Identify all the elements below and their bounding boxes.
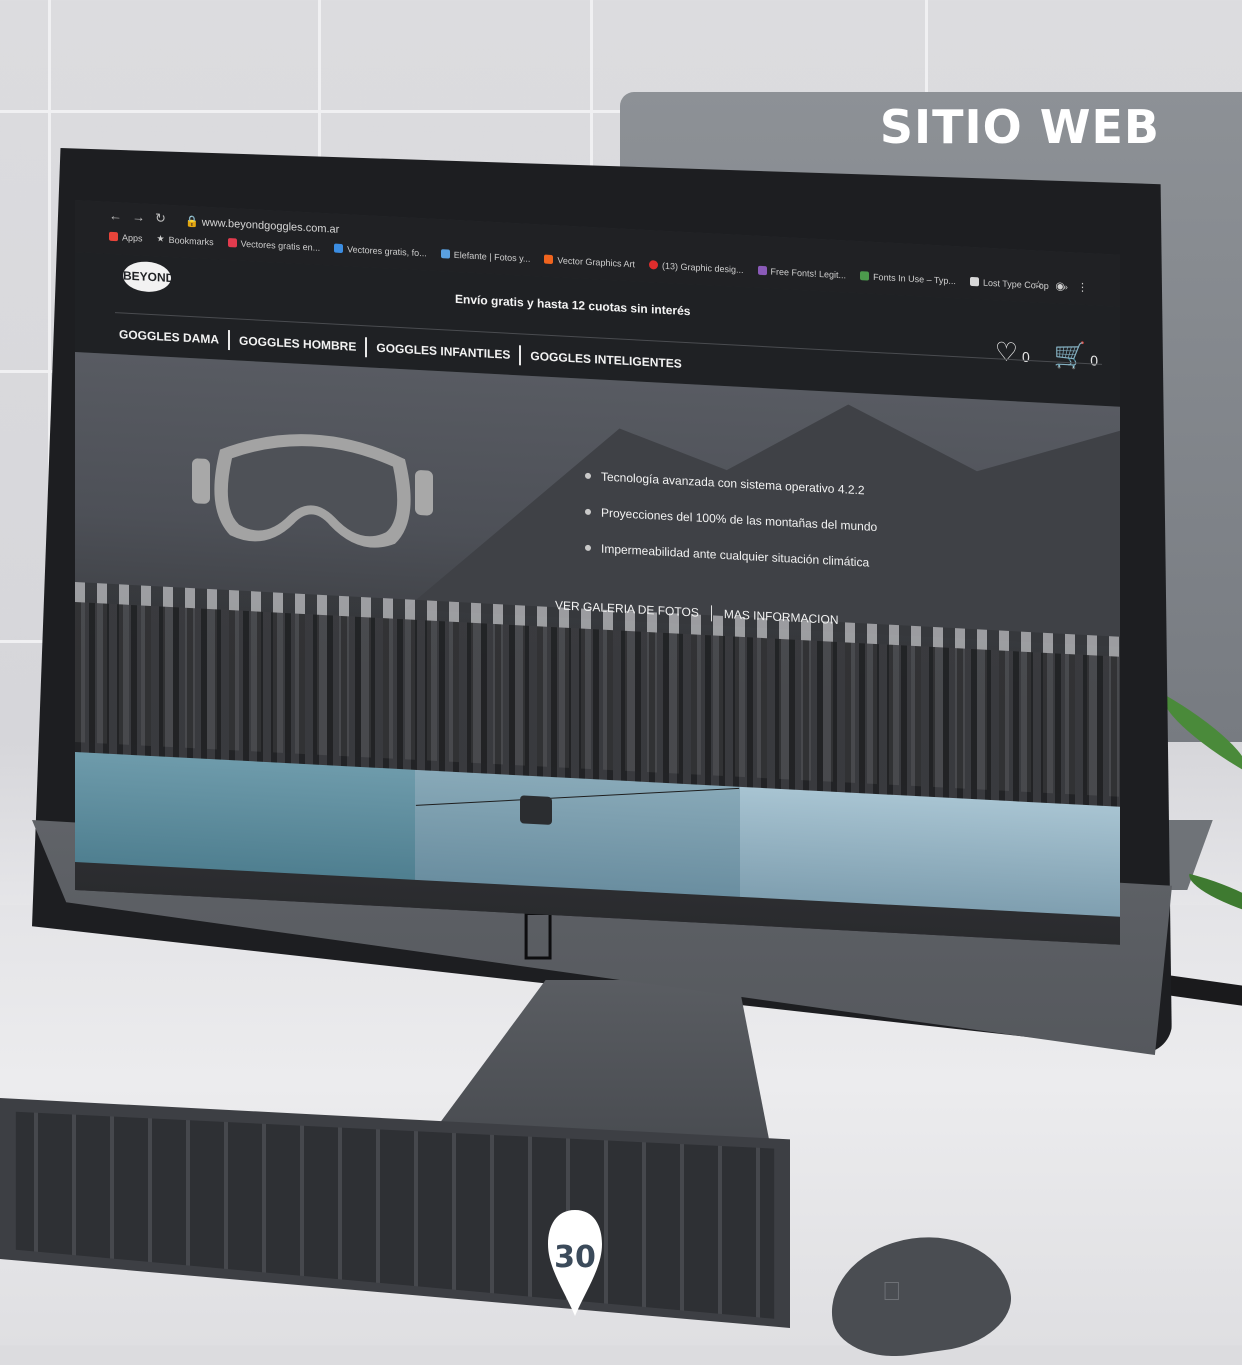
site-favicon-icon [969,276,979,287]
gallery-photo[interactable] [415,769,740,897]
menu-dots-icon[interactable]: ⋮ [1077,282,1100,295]
gallery-photo[interactable] [75,752,415,880]
imac-screen: ←→↻ 🔒 www.beyondgoggles.com.ar Apps ★ Boo… [75,200,1120,945]
bookmark-item[interactable]: Fonts In Use – Typ... [860,270,956,286]
link-separator [710,605,712,622]
bookmark-item[interactable]: Apps [109,231,143,244]
bookmark-item[interactable]: Vector Graphics Art [544,254,635,270]
site-favicon-icon [860,271,870,281]
header-icons: ♡ 0 🛒 0 [995,336,1098,372]
bookmark-item[interactable]: Vectores gratis, fo... [334,243,427,259]
page-number: 30 [554,1240,596,1275]
address-bar[interactable]: 🔒 www.beyondgoggles.com.ar [185,215,339,236]
site-favicon-icon [544,254,554,265]
extension-icon[interactable]: ◉ [1055,280,1077,293]
bookmark-item[interactable]: Free Fonts! Legit... [757,265,846,281]
nav-goggles-infantiles[interactable]: GOGGLES INFANTILES [376,341,510,362]
goggle-icon [192,434,433,548]
site-logo[interactable]: BEYOND [123,260,174,294]
bookmark-item[interactable]: (13) Graphic desig... [648,259,744,275]
gondola-icon [520,795,552,825]
site-favicon-icon [440,249,450,259]
star-icon: ★ [156,233,165,244]
nav-goggles-hombre[interactable]: GOGGLES HOMBRE [239,334,356,354]
bookmark-item[interactable]: Vectores gratis en... [227,237,320,253]
heart-icon: ♡ [994,336,1019,368]
site-favicon-icon [334,243,344,254]
feature-item: Proyecciones del 100% de las montañas de… [585,505,877,534]
nav-goggles-dama[interactable]: GOGGLES DAMA [119,327,219,346]
nav-separator [228,330,231,351]
nav-separator [519,345,522,366]
bookmark-star-icon[interactable]: ☆ [1034,279,1056,292]
bookmark-item[interactable]: ★ Bookmarks [157,233,214,247]
browser-actions[interactable]: ☆◉⋮ [1034,278,1100,294]
hero-banner: Tecnología avanzada con sistema operativ… [75,352,1120,945]
site-favicon-icon [757,265,767,276]
promo-banner: Envío gratis y hasta 12 cuotas sin inter… [455,291,691,319]
wishlist-button[interactable]: ♡ 0 [995,336,1030,369]
apple-logo-icon:  [882,1276,902,1307]
feature-item: Impermeabilidad ante cualquier situación… [585,541,877,570]
cart-icon: 🛒 [1053,339,1087,371]
browser-nav-icons[interactable]: ←→↻ [109,208,176,228]
feature-list: Tecnología avanzada con sistema operativ… [545,467,877,592]
wishlist-count: 0 [1022,348,1030,366]
pinterest-icon [648,260,658,270]
bookmark-item[interactable]: Elefante | Fotos y... [440,248,530,264]
site-favicon-icon [227,237,237,248]
cart-button[interactable]: 🛒 0 [1054,339,1098,372]
cart-count: 0 [1090,352,1098,369]
url-text: www.beyondgoggles.com.ar [201,216,340,236]
nav-goggles-inteligentes[interactable]: GOGGLES INTELIGENTES [530,349,681,371]
gallery-photo[interactable] [740,786,1120,917]
nav-separator [365,337,368,358]
apps-grid-icon [109,231,118,242]
page-title: SITIO WEB [879,100,1160,154]
